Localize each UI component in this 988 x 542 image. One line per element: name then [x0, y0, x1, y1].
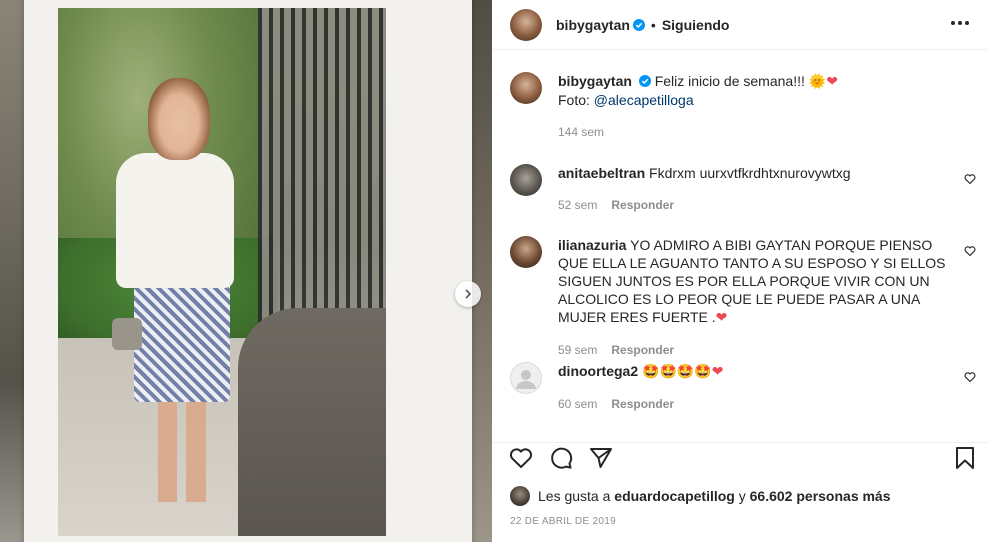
avatar[interactable]: [510, 72, 542, 104]
avatar[interactable]: [510, 8, 542, 41]
post-photo: [58, 8, 386, 536]
patterned-skirt: [134, 278, 230, 402]
comment-item: anitaebeltran Fkdrxm uurxvtfkrdhtxnurovy…: [510, 164, 980, 214]
comment-item: ilianazuria YO ADMIRO A BIBI GAYTAN PORQ…: [510, 236, 980, 359]
avatar[interactable]: [510, 486, 530, 506]
comment-text: Fkdrxm uurxvtfkrdhtxnurovywtxg: [649, 165, 851, 181]
woman-portrait: [148, 78, 210, 160]
heart-emoji: ❤: [715, 310, 728, 326]
comment-time[interactable]: 59 sem: [558, 343, 597, 357]
share-icon[interactable]: [588, 445, 614, 471]
heart-outline-icon[interactable]: [964, 371, 976, 383]
caption: bibygaytan Feliz inicio de semana!!! 🌞❤ …: [510, 72, 980, 141]
following-button[interactable]: Siguiendo: [662, 17, 730, 33]
background-street-left: [0, 0, 26, 542]
sun-emoji: 🌞: [808, 74, 827, 90]
avatar[interactable]: [510, 362, 542, 394]
comment-time[interactable]: 52 sem: [558, 198, 597, 212]
likes-count[interactable]: 66.602 personas más: [750, 488, 891, 504]
comment-username[interactable]: ilianazuria: [558, 237, 626, 253]
verified-badge-icon: [632, 18, 645, 31]
polaroid-frame: [24, 0, 472, 542]
chevron-right-icon: [465, 289, 472, 299]
photo-credit-mention[interactable]: @alecapetilloga: [594, 92, 694, 108]
avatar[interactable]: [510, 164, 542, 196]
separator-dot: •: [650, 16, 656, 33]
more-options-button[interactable]: [948, 11, 972, 35]
likes-user[interactable]: eduardocapetillog: [614, 488, 735, 504]
more-icon: [951, 21, 969, 25]
likes-summary: Les gusta a eduardocapetillog y 66.602 p…: [510, 486, 891, 506]
next-photo-button[interactable]: [455, 281, 481, 307]
heart-outline-icon[interactable]: [964, 173, 976, 185]
comment-item: dinoortega2 🤩🤩🤩🤩❤ 60 sem Responder: [510, 362, 980, 413]
likes-middle: y: [738, 488, 746, 504]
post-actions-bar: [492, 442, 988, 472]
caption-text: Feliz inicio de semana!!!: [654, 73, 805, 89]
heart-emoji: ❤: [711, 364, 724, 380]
post-details-panel: bibygaytan • Siguiendo bibygaytan Feliz …: [492, 0, 988, 542]
caption-time[interactable]: 144 sem: [558, 125, 604, 139]
like-heart-icon[interactable]: [508, 445, 534, 471]
photo-credit-prefix: Foto:: [558, 92, 590, 108]
comment-icon[interactable]: [548, 445, 574, 471]
background-street-right: [470, 0, 492, 542]
bookmark-icon[interactable]: [952, 445, 978, 471]
caption-username[interactable]: bibygaytan: [558, 73, 632, 89]
heart-emoji: ❤: [826, 74, 838, 90]
post-header: bibygaytan • Siguiendo: [492, 0, 988, 50]
likes-prefix: Les gusta a: [538, 488, 611, 504]
verified-badge-icon: [638, 75, 651, 87]
comment-username[interactable]: anitaebeltran: [558, 165, 645, 181]
post-date[interactable]: 22 DE ABRIL DE 2019: [510, 516, 616, 527]
header-username[interactable]: bibygaytan: [556, 17, 630, 33]
reply-button[interactable]: Responder: [611, 343, 674, 357]
clutch-bag: [112, 318, 142, 350]
avatar[interactable]: [510, 236, 542, 268]
heart-outline-icon[interactable]: [964, 245, 976, 257]
reply-button[interactable]: Responder: [611, 397, 674, 411]
default-user-icon: [516, 370, 536, 389]
star-struck-emoji: 🤩🤩🤩🤩: [642, 364, 712, 380]
white-blouse: [116, 153, 234, 288]
comment-time[interactable]: 60 sem: [558, 397, 597, 411]
reply-button[interactable]: Responder: [611, 198, 674, 212]
post-media[interactable]: [0, 0, 492, 542]
comment-username[interactable]: dinoortega2: [558, 363, 638, 379]
